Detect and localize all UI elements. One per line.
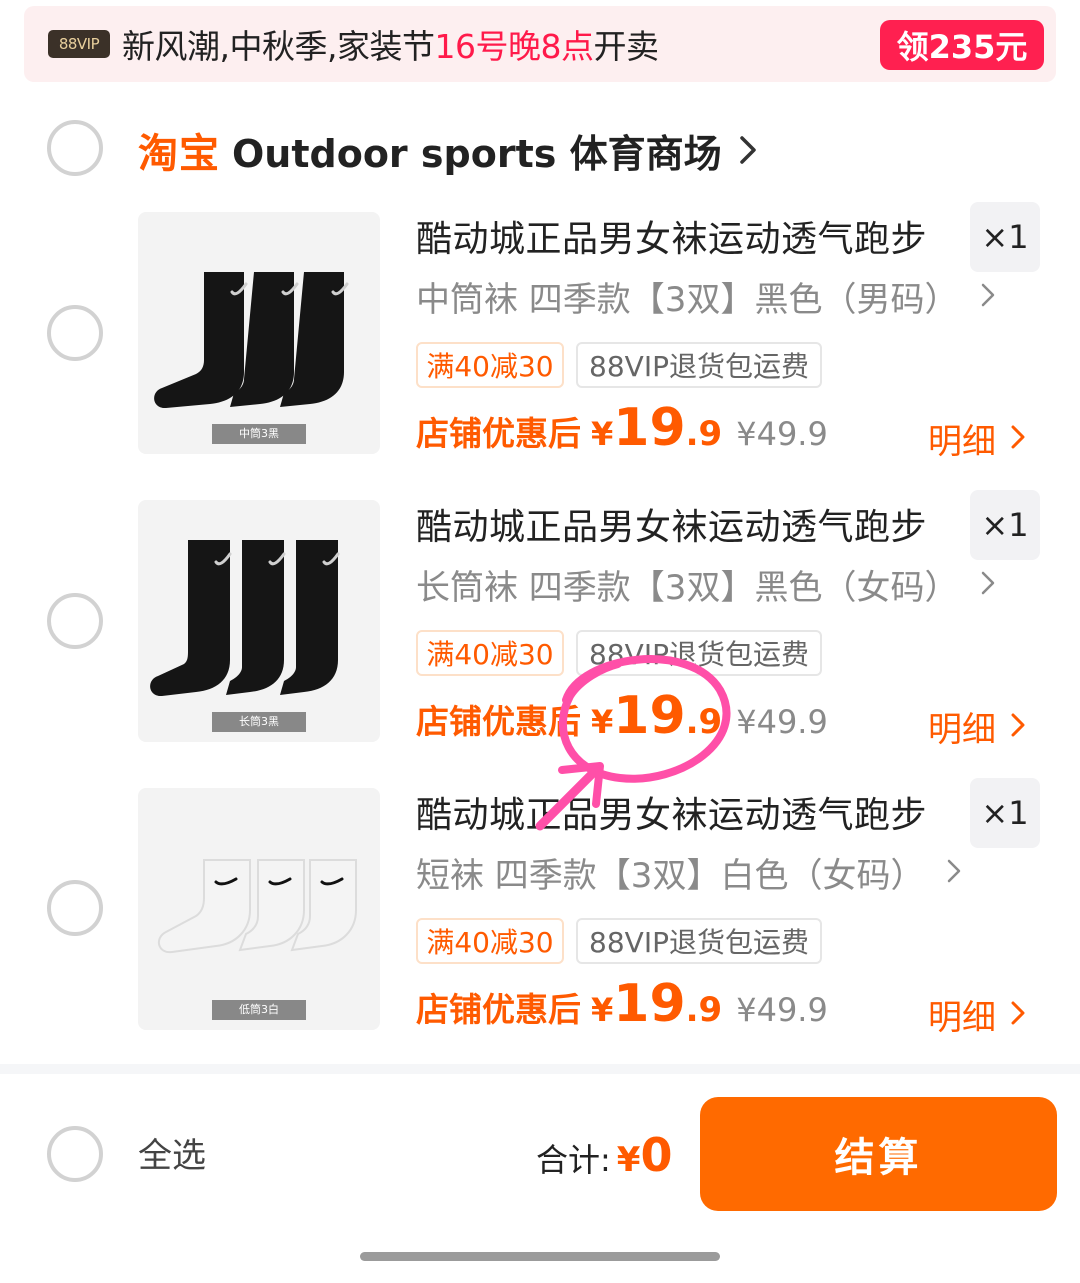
price-detail-link[interactable]: 明细 — [928, 990, 1026, 1039]
product-spec[interactable]: 短袜 四季款【3双】白色（女码） — [416, 848, 962, 897]
promo-text-highlight: 16号晚8点 — [434, 27, 594, 66]
vip-badge: 88VIP — [48, 30, 110, 58]
price-decimal: .9 — [685, 702, 723, 742]
detail-label: 明细 — [928, 710, 996, 750]
service-tag: 88VIP退货包运费 — [576, 342, 822, 388]
total-value: 0 — [640, 1128, 673, 1182]
price-row: 店铺优惠后 ¥ 19 .9 ¥49.9 — [416, 974, 828, 1034]
price-label: 店铺优惠后 — [416, 414, 581, 453]
product-title[interactable]: 酷动城正品男女袜运动透气跑步 — [416, 786, 927, 838]
price-detail-link[interactable]: 明细 — [928, 414, 1026, 463]
product-image[interactable]: 长筒3黑 — [138, 500, 380, 742]
cart-screen: 88VIP 新风潮,中秋季,家装节16号晚8点开卖 领235元 淘宝 Outdo… — [0, 0, 1080, 1283]
price-row: 店铺优惠后 ¥ 19 .9 ¥49.9 — [416, 398, 828, 458]
shop-select-radio[interactable] — [47, 120, 103, 176]
price-label: 店铺优惠后 — [416, 990, 581, 1029]
product-spec[interactable]: 中筒袜 四季款【3双】黑色（男码） — [416, 272, 996, 321]
product-select-radio[interactable] — [47, 305, 103, 361]
discount-tag: 满40减30 — [416, 630, 564, 676]
chevron-right-icon — [1010, 707, 1026, 747]
original-price: ¥49.9 — [736, 415, 828, 453]
price-currency: ¥ — [591, 991, 614, 1029]
divider — [0, 1064, 1080, 1074]
price-label: 店铺优惠后 — [416, 702, 581, 741]
promo-banner[interactable]: 88VIP 新风潮,中秋季,家装节16号晚8点开卖 领235元 — [24, 6, 1056, 82]
select-all-radio[interactable] — [47, 1126, 103, 1182]
detail-label: 明细 — [928, 998, 996, 1038]
product-spec-text: 长筒袜 四季款【3双】黑色（女码） — [416, 568, 959, 608]
home-indicator[interactable] — [360, 1252, 720, 1261]
price-decimal: .9 — [685, 990, 723, 1030]
select-all-label[interactable]: 全选 — [138, 1128, 206, 1177]
discount-tag: 满40减30 — [416, 342, 564, 388]
total-amount: 合计: ¥ 0 — [536, 1128, 672, 1182]
price-currency: ¥ — [591, 415, 614, 453]
price-integer: 19 — [613, 686, 686, 746]
product-image[interactable]: 低筒3白 — [138, 788, 380, 1030]
price-integer: 19 — [613, 974, 686, 1034]
price-decimal: .9 — [685, 414, 723, 454]
original-price: ¥49.9 — [736, 991, 828, 1029]
product-spec[interactable]: 长筒袜 四季款【3双】黑色（女码） — [416, 560, 996, 609]
taobao-logo: 淘宝 — [138, 131, 220, 177]
claim-coupon-button[interactable]: 领235元 — [880, 20, 1044, 70]
total-label: 合计: — [536, 1141, 611, 1179]
price-currency: ¥ — [591, 703, 614, 741]
product-spec-text: 中筒袜 四季款【3双】黑色（男码） — [416, 280, 959, 320]
discount-tag: 满40减30 — [416, 918, 564, 964]
product-spec-text: 短袜 四季款【3双】白色（女码） — [416, 856, 925, 896]
product-select-radio[interactable] — [47, 593, 103, 649]
total-currency: ¥ — [616, 1140, 641, 1180]
sock-illustration — [150, 540, 340, 697]
product-image[interactable]: 中筒3黑 — [138, 212, 380, 454]
image-caption: 长筒3黑 — [212, 712, 306, 732]
quantity-button[interactable]: ×1 — [970, 202, 1040, 272]
price-detail-link[interactable]: 明细 — [928, 702, 1026, 751]
shop-header[interactable]: 淘宝 Outdoor sports 体育商场 — [138, 122, 762, 178]
product-title[interactable]: 酷动城正品男女袜运动透气跑步 — [416, 498, 927, 550]
original-price: ¥49.9 — [736, 703, 828, 741]
sock-illustration — [157, 859, 357, 954]
chevron-right-icon — [1010, 419, 1026, 459]
image-caption: 低筒3白 — [212, 1000, 306, 1020]
image-caption: 中筒3黑 — [212, 424, 306, 444]
product-title[interactable]: 酷动城正品男女袜运动透气跑步 — [416, 210, 927, 262]
price-row: 店铺优惠后 ¥ 19 .9 ¥49.9 — [416, 686, 828, 746]
product-select-radio[interactable] — [47, 880, 103, 936]
chevron-right-icon — [734, 130, 762, 170]
price-integer: 19 — [613, 398, 686, 458]
promo-text-after: 开卖 — [593, 27, 659, 66]
promo-text: 新风潮,中秋季,家装节16号晚8点开卖 — [122, 20, 659, 68]
promo-text-before: 新风潮,中秋季,家装节 — [122, 27, 435, 66]
checkout-button[interactable]: 结算 — [700, 1097, 1057, 1211]
detail-label: 明细 — [928, 422, 996, 462]
chevron-right-icon — [980, 277, 996, 317]
service-tag: 88VIP退货包运费 — [576, 918, 822, 964]
shop-name: Outdoor sports 体育商场 — [232, 131, 722, 176]
chevron-right-icon — [946, 853, 962, 893]
chevron-right-icon — [1010, 995, 1026, 1035]
service-tag: 88VIP退货包运费 — [576, 630, 822, 676]
sock-illustration — [154, 272, 349, 409]
quantity-button[interactable]: ×1 — [970, 490, 1040, 560]
chevron-right-icon — [980, 565, 996, 605]
quantity-button[interactable]: ×1 — [970, 778, 1040, 848]
